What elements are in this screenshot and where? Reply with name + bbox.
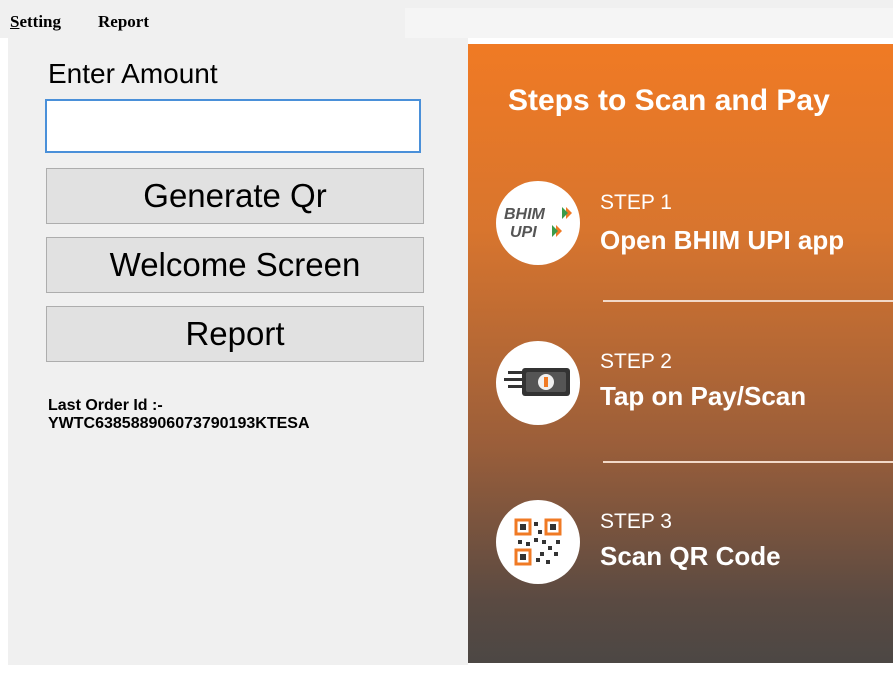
step-1-text: Open BHIM UPI app xyxy=(600,225,845,255)
step-1-number: STEP 1 xyxy=(600,191,672,214)
menu-report[interactable]: Report xyxy=(98,12,149,32)
amount-input[interactable] xyxy=(45,99,421,153)
step-2-text: Tap on Pay/Scan xyxy=(600,381,807,411)
top-strip xyxy=(405,8,893,38)
divider xyxy=(603,461,893,463)
step-3-number: STEP 3 xyxy=(600,510,672,533)
upi-logo-text: UPI xyxy=(510,224,537,241)
bhim-logo-text: BHIM xyxy=(504,206,546,223)
steps-title: Steps to Scan and Pay xyxy=(508,84,830,117)
last-order-info: Last Order Id :- YWTC638588906073790193K… xyxy=(48,397,310,433)
step-3-text: Scan QR Code xyxy=(600,541,781,571)
last-order-label: Last Order Id :- xyxy=(48,397,163,414)
divider xyxy=(603,300,893,302)
generate-qr-button[interactable]: Generate Qr xyxy=(46,168,424,224)
last-order-value: YWTC638588906073790193KTESA xyxy=(48,415,310,432)
qr-code-icon xyxy=(496,500,580,584)
menu-setting[interactable]: Setting xyxy=(10,12,61,32)
amount-label: Enter Amount xyxy=(48,58,218,89)
report-button[interactable]: Report xyxy=(46,306,424,362)
bhim-upi-logo-icon: BHIM UPI xyxy=(496,181,580,265)
pay-scan-icon xyxy=(496,341,580,425)
welcome-screen-button[interactable]: Welcome Screen xyxy=(46,237,424,293)
step-2-number: STEP 2 xyxy=(600,350,672,373)
